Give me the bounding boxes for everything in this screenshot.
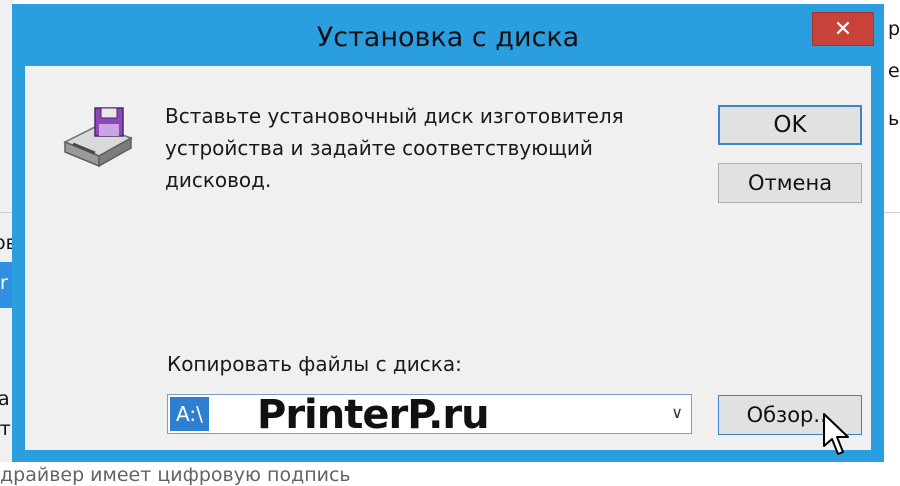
ok-button[interactable]: OK [718, 105, 862, 145]
source-path-value[interactable]: A:\ [170, 397, 209, 431]
background-text: а [0, 388, 10, 410]
background-status-line: драйвер имеет цифровую подпись [0, 462, 900, 486]
floppy-drive-icon [63, 107, 133, 168]
chevron-down-icon[interactable]: ∨ [671, 403, 683, 422]
background-divider [884, 212, 900, 213]
mouse-cursor-icon [823, 413, 849, 455]
background-text: r [0, 272, 8, 294]
instruction-line: устройства и задайте соответствующий дис… [165, 136, 593, 192]
background-text: ат [0, 418, 11, 440]
close-icon: ✕ [833, 16, 853, 42]
dialog-title: Установка с диска [316, 22, 580, 53]
dialog-titlebar[interactable]: Установка с диска ✕ [12, 4, 884, 66]
close-button[interactable]: ✕ [812, 12, 874, 46]
dialog-body: Вставьте установочный диск изготовителя … [25, 66, 871, 455]
background-status-text: драйвер имеет цифровую подпись [0, 464, 351, 486]
watermark-text: PrinterP.ru [257, 392, 490, 438]
install-from-disk-dialog: Установка с диска ✕ Вставьте установочны… [12, 4, 884, 462]
background-text: р [888, 18, 900, 40]
background-text: e [888, 60, 900, 82]
cancel-button[interactable]: Отмена [718, 163, 862, 203]
instruction-text: Вставьте установочный диск изготовителя … [165, 100, 705, 196]
background-text: ь [888, 108, 900, 130]
copy-files-label: Копировать файлы с диска: [167, 352, 462, 376]
instruction-line: Вставьте установочный диск изготовителя [165, 104, 624, 128]
